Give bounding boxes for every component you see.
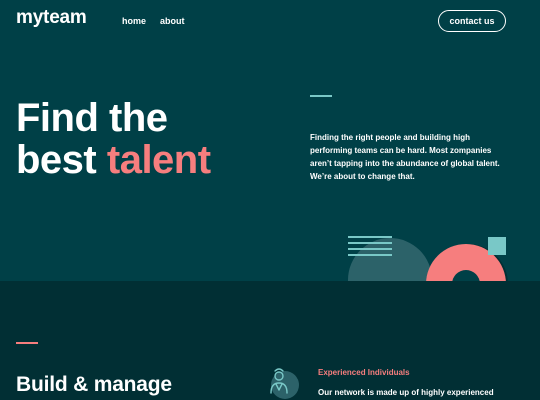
hero-title-line2: best talent [16, 139, 211, 181]
section-heading: Build & manage [16, 373, 172, 396]
hero-title-line2-start: best [16, 138, 97, 182]
nav-home-link[interactable]: home [122, 16, 146, 26]
section-divider [16, 342, 38, 344]
contact-us-button[interactable]: contact us [438, 10, 506, 32]
hero-divider [310, 95, 332, 97]
hero-description: Finding the right people and building hi… [310, 133, 500, 181]
logo[interactable]: myteam [16, 7, 87, 29]
nav-about-link[interactable]: about [160, 16, 185, 26]
build-manage-section: Build & manage Experienced Individuals O… [0, 281, 540, 400]
hero-title-line1: Find the [16, 96, 168, 140]
hero-title-accent: talent [106, 138, 211, 182]
feature-description: Our network is made up of highly experie… [318, 388, 494, 397]
decor-dark-circle [348, 238, 432, 285]
decor-teal-square [488, 237, 506, 255]
hero-decorative-graphic [348, 236, 508, 285]
feature-title: Experienced Individuals [318, 368, 410, 377]
hero-title: Find the best talent [16, 97, 211, 181]
person-icon [270, 368, 299, 399]
